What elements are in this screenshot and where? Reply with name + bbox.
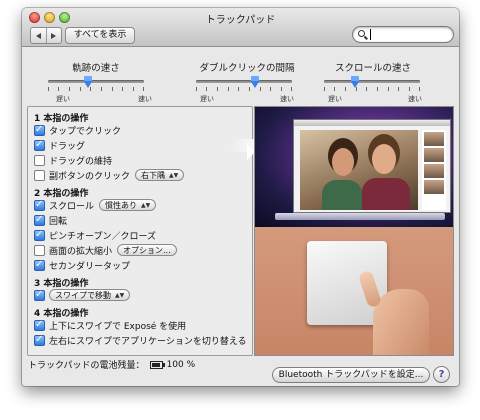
secondary-click-checkbox[interactable] [34,169,45,181]
scroll-speed-knob[interactable] [350,76,360,88]
drag-lock-checkbox[interactable] [34,154,45,166]
rotate-option[interactable]: 回転 [34,213,67,227]
rotate-checkbox[interactable] [34,213,45,226]
double-click-ticks [196,87,292,91]
app-switch-option[interactable]: 左右にスワイプでアプリケーションを切り替える [34,333,247,347]
window-title: トラックパッド [205,15,276,26]
scrolling-option[interactable]: スクロール慣性あり▲▼ [34,198,157,212]
double-click-label: ダブルクリックの間隔 [199,63,295,74]
search-icon [358,30,365,37]
tracking-speed-knob[interactable] [83,76,93,88]
scroll-speed-slider[interactable] [324,80,420,83]
battery-status: トラックパッドの電池残量： 100 % [28,359,196,372]
preview-photo-window [293,119,451,213]
scroll-speed-ticks [324,87,420,91]
tracking-max-label: 速い [138,95,152,103]
scrolling-checkbox[interactable] [34,198,45,211]
help-button[interactable]: ? [433,366,450,383]
gesture-preview-illustration [254,106,454,356]
search-field[interactable] [352,26,454,43]
secondary-click-option[interactable]: 副ボタンのクリック 右下隅 ▲▼ [34,169,185,182]
battery-icon [149,360,165,369]
dragging-option[interactable]: ドラッグ [34,138,85,152]
double-click-slider[interactable] [196,80,292,83]
desk-surface [255,227,453,355]
three-finger-swipe-checkbox[interactable] [34,288,45,301]
dragging-checkbox[interactable] [34,138,45,151]
double-click-min-label: 遅い [200,95,214,103]
tracking-speed-ticks [48,87,144,91]
show-all-button[interactable]: すべてを表示 [65,27,135,44]
pinch-checkbox[interactable] [34,228,45,241]
expose-checkbox[interactable] [34,318,45,331]
tap-to-click-option[interactable]: タップでクリック [34,123,121,137]
expose-option[interactable]: 上下にスワイプで Exposé を使用 [34,318,186,332]
popup-arrows-icon: ▲▼ [115,291,125,299]
hand-illustration [373,289,429,355]
tracking-min-label: 遅い [56,95,70,103]
scroll-max-label: 速い [408,95,422,103]
pinch-option[interactable]: ピンチオープン／クローズ [34,228,156,242]
screen-zoom-checkbox[interactable] [34,244,45,256]
zoom-options-button[interactable]: オプション... [117,244,177,256]
title-bar: トラックパッド すべてを表示 [22,8,459,47]
double-click-knob[interactable] [250,76,260,88]
scroll-speed-label: スクロールの速さ [334,63,411,74]
screen-zoom-option[interactable]: 画面の拡大縮小 オプション... [34,244,177,257]
three-finger-swipe-option[interactable]: スワイプで移動▲▼ [34,288,131,301]
preview-photo [300,130,418,210]
tracking-speed-slider[interactable] [48,80,144,83]
gesture-options-panel: 1 本指の操作 タップでクリック ドラッグ ドラッグの維持 副ボタンのクリック右… [27,106,266,356]
scroll-momentum-popup[interactable]: 慣性あり ▲▼ [99,199,157,211]
secondary-click-popup[interactable]: 右下隅 ▲▼ [135,169,185,181]
tracking-speed-label: 軌跡の速さ [72,63,120,74]
drag-lock-option[interactable]: ドラッグの維持 [34,154,112,167]
tap-to-click-checkbox[interactable] [34,123,45,136]
back-button[interactable] [31,28,46,43]
popup-arrows-icon: ▲▼ [141,201,151,209]
scroll-min-label: 遅い [328,95,342,103]
back-arrow-icon [35,32,41,39]
forward-arrow-icon [51,32,57,39]
three-finger-swipe-popup[interactable]: スワイプで移動 ▲▼ [49,289,131,301]
app-switch-checkbox[interactable] [34,333,45,346]
text-cursor [370,29,371,40]
nav-buttons [30,27,62,44]
secondary-tap-checkbox[interactable] [34,258,45,271]
double-click-max-label: 速い [280,95,294,103]
popup-arrows-icon: ▲▼ [169,171,179,179]
bluetooth-setup-button[interactable]: Bluetooth トラックパッドを設定... [272,367,430,383]
secondary-tap-option[interactable]: セカンダリータップ [34,258,130,272]
preferences-window: トラックパッド すべてを表示 軌跡の速さ 遅い 速い ダブルクリックの間隔 遅い… [22,8,459,386]
dock [275,213,445,220]
photo-thumbnails [422,130,446,210]
forward-button[interactable] [45,28,62,43]
